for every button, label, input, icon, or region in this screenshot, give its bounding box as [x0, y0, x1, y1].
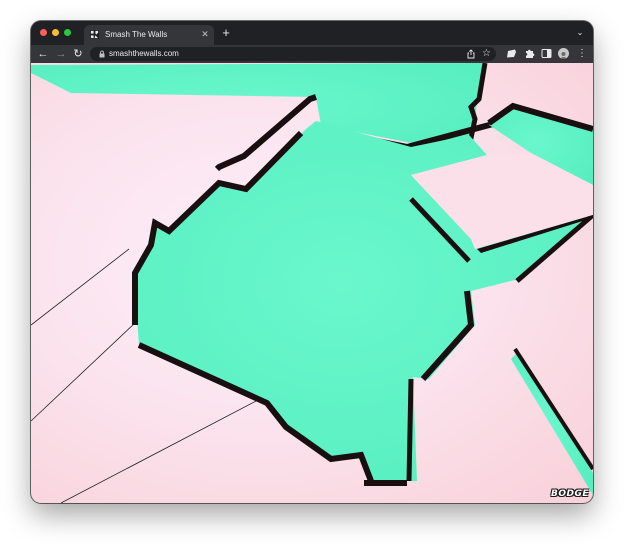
- tab-close-icon[interactable]: ✕: [200, 29, 210, 39]
- minimize-window-button[interactable]: [52, 29, 59, 36]
- smashed-wall-scene[interactable]: [31, 63, 593, 503]
- tab-search-icon[interactable]: ⌄: [574, 27, 586, 39]
- browser-window: Smash The Walls ✕ + ⌄ ← → ↻ smashthewall…: [31, 21, 593, 503]
- right-lower-shard: [511, 347, 593, 495]
- close-window-button[interactable]: [40, 29, 47, 36]
- extension-icon[interactable]: [506, 48, 517, 59]
- avatar-person-icon: [560, 52, 567, 59]
- browser-menu-button[interactable]: ⋮: [577, 48, 587, 60]
- lock-icon: [99, 50, 105, 58]
- browser-toolbar: ← → ↻ smashthewalls.com ☆ ⋮: [31, 45, 593, 63]
- tab-smash-the-walls[interactable]: Smash The Walls ✕: [84, 25, 214, 45]
- puzzle-piece-icon[interactable]: [524, 48, 535, 59]
- profile-avatar[interactable]: [558, 48, 569, 59]
- bookmark-star-icon[interactable]: ☆: [481, 48, 492, 59]
- back-button[interactable]: ←: [37, 48, 49, 60]
- game-viewport[interactable]: BODGE: [31, 63, 593, 503]
- share-icon[interactable]: [466, 49, 476, 59]
- reload-button[interactable]: ↻: [72, 48, 84, 60]
- forward-button[interactable]: →: [55, 48, 67, 60]
- new-tab-button[interactable]: +: [219, 26, 233, 40]
- url-text[interactable]: smashthewalls.com: [109, 48, 179, 60]
- side-panel-icon[interactable]: [541, 48, 552, 59]
- smash-the-walls-favicon-icon: [90, 30, 99, 39]
- address-bar[interactable]: smashthewalls.com ☆: [90, 47, 496, 61]
- bodge-logo[interactable]: BODGE: [551, 489, 589, 499]
- tab-strip: Smash The Walls ✕ + ⌄: [31, 21, 593, 45]
- maximize-window-button[interactable]: [64, 29, 71, 36]
- tab-title: Smash The Walls: [105, 30, 168, 39]
